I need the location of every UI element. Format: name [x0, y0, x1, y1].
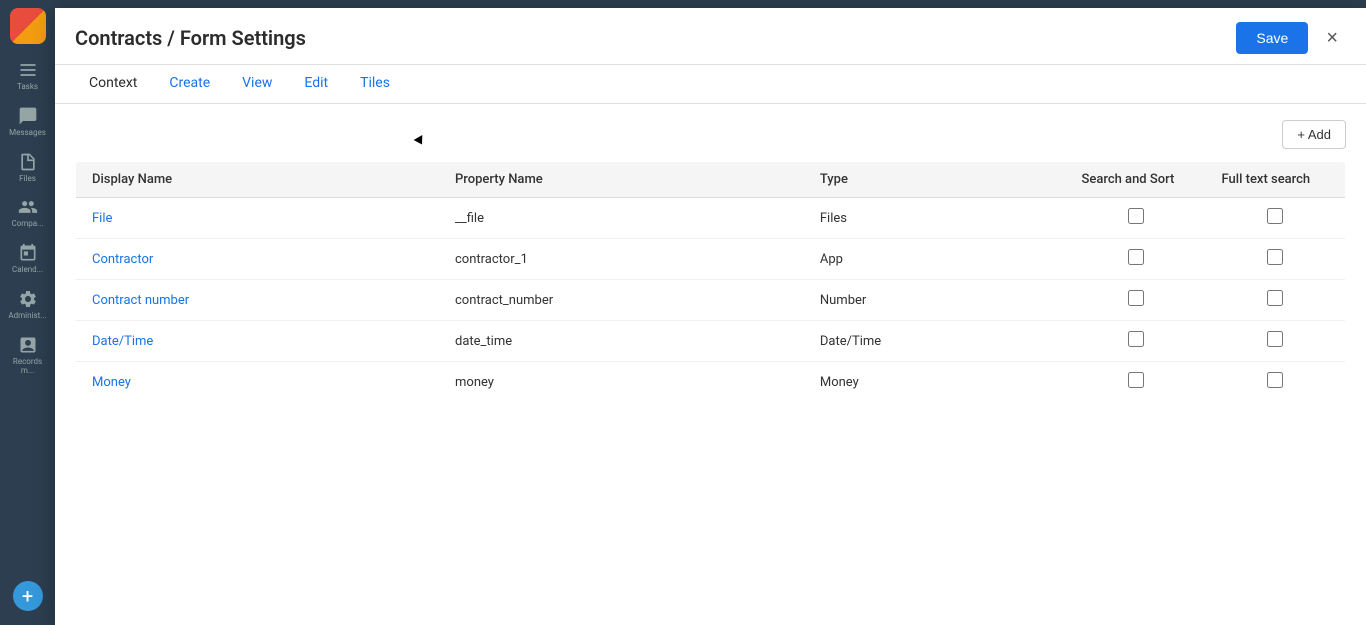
- sidebar-item-records[interactable]: Records m...: [4, 329, 52, 382]
- cell-full-text-search[interactable]: [1206, 362, 1346, 403]
- sidebar-item-calendar[interactable]: Calend...: [4, 237, 52, 281]
- modal-body: + Add Display Name Property Name Type Se…: [55, 104, 1366, 625]
- sidebar-item-messages-label: Messages: [9, 129, 46, 138]
- checkbox-search-sort[interactable]: [1128, 331, 1144, 347]
- cell-search-sort[interactable]: [1066, 198, 1206, 239]
- save-button[interactable]: Save: [1236, 22, 1308, 54]
- cell-property-name: contract_number: [439, 280, 804, 321]
- cell-full-text-search[interactable]: [1206, 280, 1346, 321]
- checkbox-full-text-search[interactable]: [1267, 249, 1283, 265]
- tab-edit[interactable]: Edit: [290, 65, 342, 103]
- checkbox-full-text-search[interactable]: [1267, 208, 1283, 224]
- sidebar-item-admin[interactable]: Administ...: [4, 283, 52, 327]
- checkbox-search-sort[interactable]: [1128, 249, 1144, 265]
- sidebar-item-files-label: Files: [19, 175, 36, 184]
- cell-display-name[interactable]: Date/Time: [76, 321, 440, 362]
- checkbox-search-sort[interactable]: [1128, 290, 1144, 306]
- close-button[interactable]: ×: [1318, 24, 1346, 52]
- sidebar-item-calendar-label: Calend...: [12, 266, 43, 275]
- sidebar-item-files[interactable]: Files: [4, 146, 52, 190]
- modal-contracts-form-settings: Contracts / Form Settings Save × Context…: [55, 8, 1366, 625]
- sidebar-add-button[interactable]: +: [13, 581, 43, 611]
- sidebar-item-records-label: Records m...: [8, 358, 48, 376]
- sidebar-item-tasks[interactable]: Tasks: [4, 54, 52, 98]
- cell-full-text-search[interactable]: [1206, 239, 1346, 280]
- cell-full-text-search[interactable]: [1206, 321, 1346, 362]
- table-row: Date/Timedate_timeDate/Time: [76, 321, 1346, 362]
- sidebar-bottom: +: [0, 581, 55, 625]
- tab-context[interactable]: Context: [75, 65, 151, 103]
- checkbox-search-sort[interactable]: [1128, 372, 1144, 388]
- checkbox-search-sort[interactable]: [1128, 208, 1144, 224]
- modal-header: Contracts / Form Settings Save ×: [55, 8, 1366, 65]
- add-row: + Add: [75, 120, 1346, 149]
- table-row: MoneymoneyMoney: [76, 362, 1346, 403]
- cell-display-name[interactable]: Money: [76, 362, 440, 403]
- table-header-row: Display Name Property Name Type Search a…: [76, 162, 1346, 198]
- cell-display-name[interactable]: Contract number: [76, 280, 440, 321]
- cell-property-name: __file: [439, 198, 804, 239]
- cell-search-sort[interactable]: [1066, 280, 1206, 321]
- sidebar-item-admin-label: Administ...: [8, 312, 46, 321]
- table-row: Contractor contractor_1App: [76, 239, 1346, 280]
- cell-search-sort[interactable]: [1066, 321, 1206, 362]
- display-name-link[interactable]: Date/Time: [92, 334, 153, 349]
- display-name-link[interactable]: File: [92, 211, 112, 226]
- sidebar-item-tasks-label: Tasks: [17, 83, 38, 92]
- th-full-text-search: Full text search: [1206, 162, 1346, 198]
- checkbox-full-text-search[interactable]: [1267, 331, 1283, 347]
- cell-type: Money: [804, 362, 1066, 403]
- properties-table: Display Name Property Name Type Search a…: [75, 161, 1346, 403]
- cell-type: Date/Time: [804, 321, 1066, 362]
- display-name-link[interactable]: Contract number: [92, 293, 189, 308]
- modal-title: Contracts / Form Settings: [75, 26, 306, 50]
- display-name-link[interactable]: Money: [92, 375, 131, 390]
- cell-type: Files: [804, 198, 1066, 239]
- th-property-name: Property Name: [439, 162, 804, 198]
- table-row: File __fileFiles: [76, 198, 1346, 239]
- app-logo: [10, 8, 46, 44]
- sidebar-item-messages[interactable]: Messages: [4, 100, 52, 144]
- cell-full-text-search[interactable]: [1206, 198, 1346, 239]
- modal-tabs: Context Create View Edit Tiles: [55, 65, 1366, 104]
- cell-display-name[interactable]: Contractor: [76, 239, 440, 280]
- tab-create[interactable]: Create: [155, 65, 224, 103]
- table-row: Contract number contract_numberNumber: [76, 280, 1346, 321]
- tab-view[interactable]: View: [228, 65, 286, 103]
- checkbox-full-text-search[interactable]: [1267, 290, 1283, 306]
- th-search-sort: Search and Sort: [1066, 162, 1206, 198]
- cell-property-name: contractor_1: [439, 239, 804, 280]
- cell-type: App: [804, 239, 1066, 280]
- checkbox-full-text-search[interactable]: [1267, 372, 1283, 388]
- cell-property-name: date_time: [439, 321, 804, 362]
- sidebar-item-companies[interactable]: Compa...: [4, 191, 52, 235]
- display-name-link[interactable]: Contractor: [92, 252, 153, 267]
- add-button[interactable]: + Add: [1282, 120, 1346, 149]
- th-type: Type: [804, 162, 1066, 198]
- cell-display-name[interactable]: File: [76, 198, 440, 239]
- th-display-name: Display Name: [76, 162, 440, 198]
- modal-header-actions: Save ×: [1236, 22, 1346, 54]
- sidebar: Tasks Messages Files Compa... Calend... …: [0, 0, 55, 625]
- cell-property-name: money: [439, 362, 804, 403]
- cell-type: Number: [804, 280, 1066, 321]
- cell-search-sort[interactable]: [1066, 362, 1206, 403]
- sidebar-item-companies-label: Compa...: [12, 220, 44, 229]
- cell-search-sort[interactable]: [1066, 239, 1206, 280]
- tab-tiles[interactable]: Tiles: [346, 65, 404, 103]
